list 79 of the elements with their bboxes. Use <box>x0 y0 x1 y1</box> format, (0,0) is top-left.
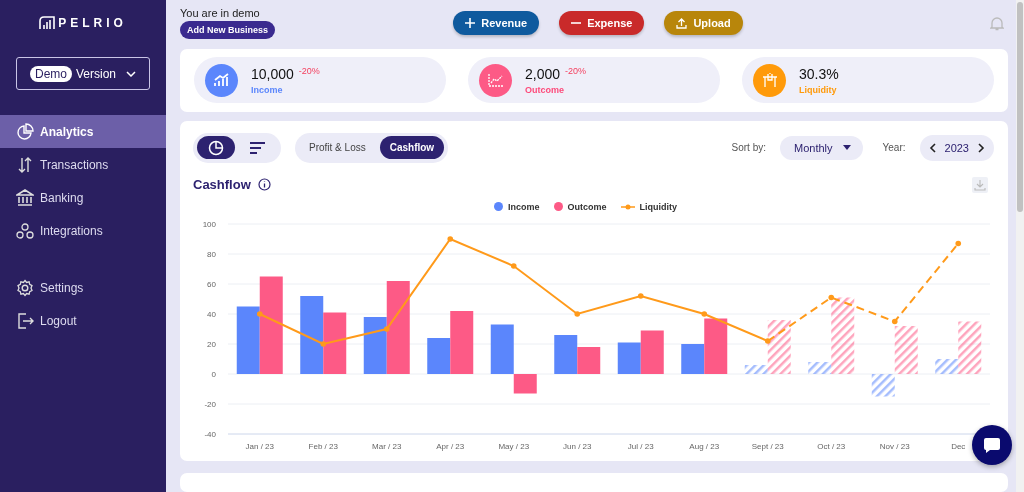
axis-label: Jan / 23 <box>245 441 274 451</box>
axis-label: Jun / 23 <box>563 441 592 451</box>
expense-button[interactable]: Expense <box>559 11 645 35</box>
settings-icon <box>16 278 34 297</box>
outcome-icon <box>479 63 512 97</box>
axis-label: 80 <box>207 249 216 259</box>
axis-label: Oct / 23 <box>817 441 846 451</box>
kpi-value: 10,000 <box>251 65 294 82</box>
info-icon[interactable] <box>257 178 271 192</box>
upload-icon <box>676 17 688 29</box>
pie-chart-icon <box>208 139 224 156</box>
minus-icon <box>571 22 582 24</box>
demo-badge: Demo <box>29 65 72 82</box>
legend-dot-icon <box>494 202 503 212</box>
year-value: 2023 <box>944 141 969 154</box>
report-tab[interactable]: Profit & Loss <box>299 136 376 160</box>
axis-label: 40 <box>207 309 216 319</box>
income-icon <box>205 63 238 97</box>
sort-dropdown[interactable]: Monthly <box>780 135 863 160</box>
chat-button[interactable] <box>972 425 1012 465</box>
kpi-label: Income <box>251 84 284 95</box>
nav-item[interactable]: Banking <box>0 181 166 214</box>
version-label: Version <box>76 66 116 81</box>
nav-item[interactable]: Logout <box>0 304 166 337</box>
axis-label: 0 <box>211 369 216 379</box>
demo-notice: You are in demo <box>180 7 260 19</box>
legend-item[interactable]: Liquidity <box>620 201 677 212</box>
kpi-value: 30.3% <box>799 65 839 82</box>
chart-view-button[interactable] <box>197 136 235 160</box>
bank-icon <box>16 188 34 207</box>
sort-label: Sort by: <box>731 142 766 154</box>
chat-icon <box>983 436 1001 454</box>
chevron-icon <box>126 70 136 77</box>
pie-chart-icon <box>16 122 34 141</box>
axis-label: 20 <box>207 339 216 349</box>
version-dropdown[interactable]: Demo Version <box>16 57 150 90</box>
legend-item[interactable]: Income <box>494 201 540 212</box>
add-business-button[interactable]: Add New Business <box>180 21 276 39</box>
year-label: Year: <box>882 142 906 154</box>
nav-item[interactable]: Analytics <box>0 115 166 148</box>
axis-label: Aug / 23 <box>689 441 720 451</box>
legend-item[interactable]: Outcome <box>553 201 607 212</box>
logout-icon <box>16 311 34 330</box>
scrollbar[interactable] <box>1016 0 1024 492</box>
kpi-value: 2,000 <box>525 65 561 82</box>
axis-label: Nov / 23 <box>879 441 910 451</box>
axis-label: 100 <box>202 219 216 229</box>
plus-icon <box>465 18 476 28</box>
liquidity-icon <box>753 63 786 97</box>
caret-icon <box>842 145 851 151</box>
nav-item[interactable]: Integrations <box>0 214 166 247</box>
revenue-button[interactable]: Revenue <box>453 11 540 35</box>
nav-item[interactable]: Settings <box>0 271 166 304</box>
next-icon[interactable] <box>978 142 985 153</box>
axis-label: Sept / 23 <box>751 441 784 451</box>
logo-icon <box>39 16 56 30</box>
axis-label: -20 <box>204 399 216 409</box>
bars-icon <box>250 141 266 154</box>
axis-label: Feb / 23 <box>308 441 338 451</box>
axis-label: -40 <box>204 429 216 439</box>
previous-icon[interactable] <box>928 142 936 153</box>
legend-line-icon <box>620 203 635 210</box>
kpi-change: -20% <box>565 65 587 76</box>
logo-text: PELRIO <box>58 16 127 30</box>
axis-label: Dec <box>951 441 966 451</box>
integrations-icon <box>16 221 34 240</box>
kpi-label: Outcome <box>525 84 565 95</box>
axis-label: May / 23 <box>498 441 530 451</box>
nav-item[interactable]: Transactions <box>0 148 166 181</box>
kpi-label: Liquidity <box>799 84 838 95</box>
report-tab[interactable]: Cashflow <box>379 136 445 160</box>
kpi-change: -20% <box>298 65 320 76</box>
legend-dot-icon <box>553 202 563 212</box>
axis-label: Apr / 23 <box>436 441 465 451</box>
axis-label: Mar / 23 <box>372 441 402 451</box>
chart-title: Cashflow <box>193 177 251 193</box>
sort-arrows-icon <box>16 155 34 174</box>
axis-label: 60 <box>207 279 216 289</box>
axis-label: Jul / 23 <box>627 441 654 451</box>
